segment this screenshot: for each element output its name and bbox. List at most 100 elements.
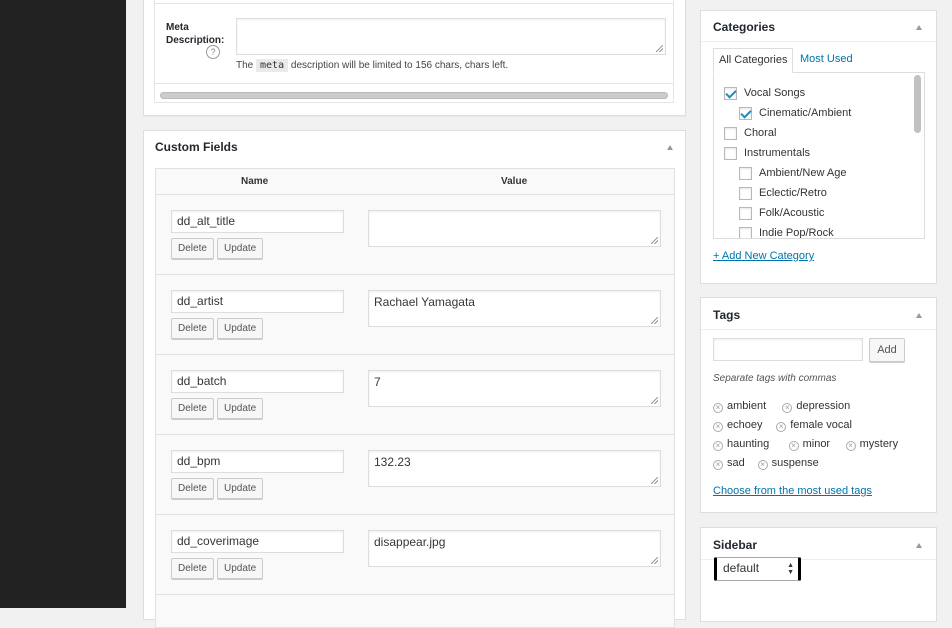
category-label[interactable]: Eclectic/Retro [759,187,827,199]
vertical-scrollbar[interactable] [914,75,921,133]
remove-tag-icon[interactable]: × [788,441,799,451]
tab-all-categories[interactable]: All Categories [713,48,793,73]
meta-description-label: Meta Description: [166,22,225,46]
categories-title[interactable]: Categories [713,20,775,34]
add-new-category-link[interactable]: + Add New Category [713,250,814,262]
category-checkbox[interactable] [739,107,752,120]
category-label[interactable]: Choral [744,127,776,139]
divider [701,41,936,42]
add-tag-button[interactable]: Add [869,338,905,362]
resize-grip-icon[interactable] [651,317,658,324]
custom-field-value-textarea[interactable]: disappear.jpg [368,530,661,567]
resize-grip-icon[interactable] [651,237,658,244]
meta-description-textarea[interactable] [236,18,666,55]
category-label[interactable]: Cinematic/Ambient [759,107,851,119]
tag-item: × suspense [757,457,819,470]
custom-field-key-input[interactable]: dd_alt_title [171,210,344,233]
table-row: dd_batch 7 Delete Update [156,355,674,435]
custom-fields-title[interactable]: Custom Fields [155,140,238,154]
tag-item: × ambient [713,400,766,413]
collapse-arrow-icon[interactable] [667,145,673,150]
category-label[interactable]: Indie Pop/Rock [759,227,834,238]
collapse-arrow-icon[interactable] [916,313,922,318]
tag-item: × depression [782,400,850,413]
tag-label: sad [727,457,745,469]
tag-label: depression [796,400,851,412]
delete-button[interactable]: Delete [171,238,214,259]
delete-button[interactable]: Delete [171,318,214,339]
custom-field-key-input[interactable]: dd_coverimage [171,530,344,553]
tag-label: mystery [859,438,899,450]
custom-field-value-textarea[interactable] [368,210,661,247]
sidebar-select-value: default [723,561,760,575]
choose-most-used-tags-link[interactable]: Choose from the most used tags [713,485,872,497]
custom-fields-box: Custom Fields Name Value dd_alt_title Del… [143,130,686,628]
sidebar-title[interactable]: Sidebar [713,538,757,552]
category-label[interactable]: Folk/Acoustic [759,207,824,219]
note-suffix: description will be limited to 156 chars… [290,60,509,71]
tags-title[interactable]: Tags [713,308,740,322]
remove-tag-icon[interactable]: × [757,460,768,470]
category-label[interactable]: Vocal Songs [744,87,805,99]
remove-tag-icon[interactable]: × [713,403,723,413]
custom-field-key-input[interactable]: dd_artist [171,290,344,313]
remove-tag-icon[interactable]: × [713,441,723,451]
update-button[interactable]: Update [217,478,264,499]
remove-tag-icon[interactable]: × [782,403,793,413]
category-checkbox[interactable] [739,167,752,180]
custom-field-key-input[interactable]: dd_batch [171,370,344,393]
category-checklist[interactable]: Vocal Songs Cinematic/Ambient Choral Instru… [713,72,925,239]
custom-field-value-text: disappear.jpg [374,535,446,549]
tag-label: ambient [727,400,767,412]
category-label[interactable]: Ambient/New Age [759,167,846,179]
tag-item: × sad [713,457,745,470]
update-button[interactable]: Update [217,238,264,259]
delete-button[interactable]: Delete [171,558,214,579]
tag-label: echoey [727,419,763,431]
custom-field-key-input[interactable]: dd_bpm [171,450,344,473]
content-gutter [126,0,136,608]
collapse-arrow-icon[interactable] [916,543,922,548]
category-checkbox[interactable] [724,87,737,100]
column-header-name: Name [241,176,269,187]
resize-grip-icon[interactable] [651,557,658,564]
divider [155,3,673,4]
collapse-arrow-icon[interactable] [916,25,922,30]
custom-field-value-textarea[interactable]: Rachael Yamagata [368,290,661,327]
tag-label: female vocal [790,419,852,431]
category-checkbox[interactable] [739,227,752,238]
custom-field-value-textarea[interactable]: 132.23 [368,450,661,487]
divider [701,329,936,330]
custom-fields-table: Name Value dd_alt_title Delete Update dd_ar… [155,168,675,628]
custom-field-value-textarea[interactable]: 7 [368,370,661,407]
remove-tag-icon[interactable]: × [845,441,856,451]
category-checkbox[interactable] [724,127,737,140]
sidebar-select[interactable]: default ▲ ▼ [714,557,801,581]
update-button[interactable]: Update [217,558,264,579]
tab-most-used[interactable]: Most Used [800,53,853,65]
horizontal-scrollbar[interactable] [160,92,668,99]
update-button[interactable]: Update [217,398,264,419]
new-tag-input[interactable] [713,338,863,361]
remove-tag-icon[interactable]: × [776,422,787,432]
meta-description-box: Meta Description: ? The meta description… [143,0,686,116]
category-checkbox[interactable] [739,207,752,220]
update-button[interactable]: Update [217,318,264,339]
delete-button[interactable]: Delete [171,398,214,419]
tag-label: suspense [771,457,819,469]
divider [155,83,673,84]
delete-button[interactable]: Delete [171,478,214,499]
note-prefix: The [236,60,254,71]
categories-box: Categories All Categories Most Used Voca… [700,10,937,284]
resize-grip-icon[interactable] [651,477,658,484]
help-circle-icon[interactable]: ? [206,45,220,59]
remove-tag-icon[interactable]: × [713,460,723,470]
category-checkbox[interactable] [724,147,737,160]
table-row: dd_bpm 132.23 Delete Update [156,435,674,515]
resize-grip-icon[interactable] [656,45,663,52]
category-label[interactable]: Instrumentals [744,147,810,159]
category-checkbox[interactable] [739,187,752,200]
remove-tag-icon[interactable]: × [713,422,723,432]
resize-grip-icon[interactable] [651,397,658,404]
table-row: dd_coverimage disappear.jpg Delete Update [156,515,674,595]
